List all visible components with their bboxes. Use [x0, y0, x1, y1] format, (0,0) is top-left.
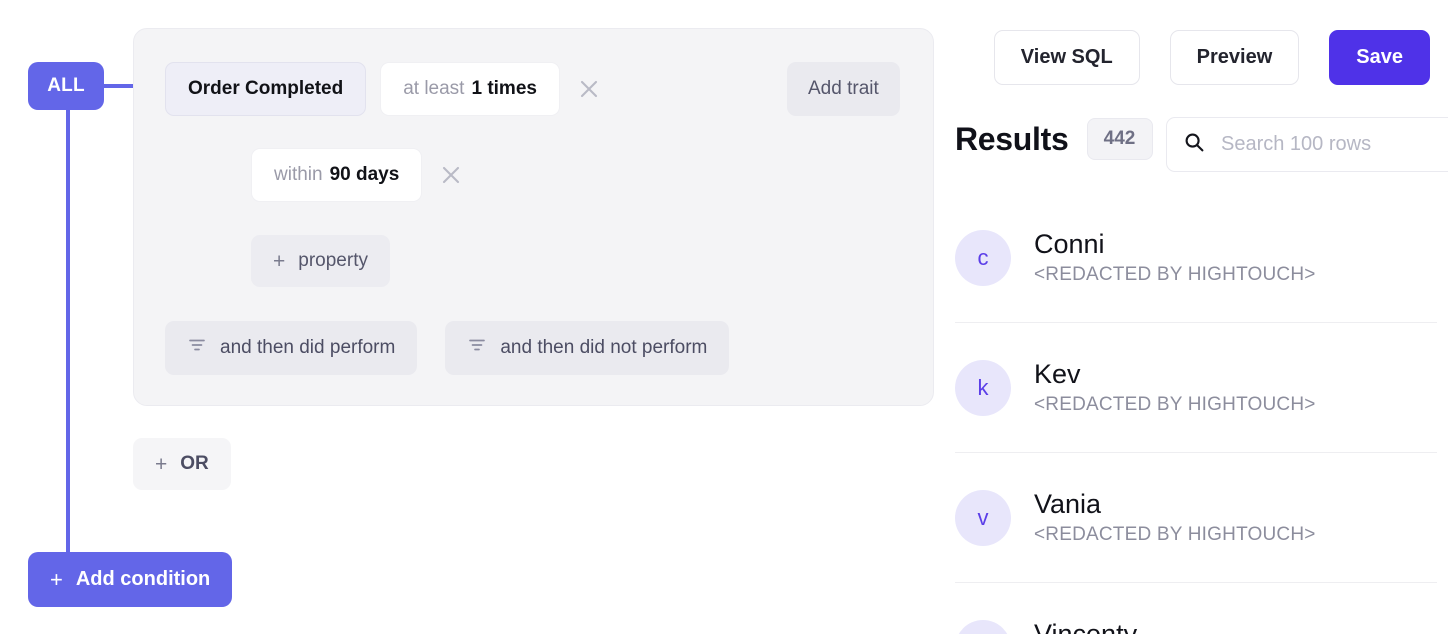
- list-item-subtitle: <REDACTED BY HIGHTOUCH>: [1034, 524, 1316, 546]
- timeframe-prefix: within: [274, 164, 323, 185]
- condition-row-sequence: and then did perform and then did not pe…: [165, 321, 730, 375]
- group-operator-badge[interactable]: ALL: [28, 62, 104, 110]
- event-pill-label: Order Completed: [188, 78, 344, 99]
- connector-line-horizontal: [104, 84, 136, 88]
- add-property-label: property: [298, 250, 368, 271]
- and-then-did-perform-button[interactable]: and then did perform: [165, 321, 418, 375]
- and-then-did-not-perform-button[interactable]: and then did not perform: [445, 321, 730, 375]
- list-item[interactable]: v Vania <REDACTED BY HIGHTOUCH>: [955, 453, 1437, 583]
- results-count-value: 442: [1103, 128, 1136, 149]
- frequency-pill[interactable]: at least 1 times: [380, 62, 560, 116]
- view-sql-label: View SQL: [1020, 46, 1113, 68]
- condition-row-property: + property: [251, 235, 390, 287]
- plus-icon: +: [50, 566, 63, 592]
- timeframe-pill[interactable]: within 90 days: [251, 148, 423, 202]
- add-property-button[interactable]: + property: [251, 235, 390, 287]
- segment-builder-screen: ALL Order Completed at least 1 times Add…: [0, 0, 1448, 634]
- condition-row-timeframe: within 90 days: [251, 148, 468, 202]
- list-item-texts: Kev <REDACTED BY HIGHTOUCH>: [1034, 359, 1316, 417]
- add-condition-button[interactable]: + Add condition: [28, 552, 233, 607]
- list-item-subtitle: <REDACTED BY HIGHTOUCH>: [1034, 264, 1316, 286]
- list-item-name: Conni: [1034, 228, 1105, 259]
- and-then-did-perform-label: and then did perform: [220, 337, 396, 358]
- plus-icon: +: [273, 249, 286, 273]
- avatar: v: [955, 619, 1011, 634]
- frequency-value: 1 times: [471, 78, 537, 99]
- avatar-initial: k: [977, 374, 989, 400]
- list-item-name: Kev: [1034, 358, 1081, 389]
- plus-icon: +: [155, 452, 168, 476]
- add-trait-button[interactable]: Add trait: [787, 62, 900, 116]
- save-label: Save: [1356, 46, 1403, 68]
- save-button[interactable]: Save: [1329, 30, 1430, 85]
- connector-line-vertical: [66, 108, 70, 556]
- condition-card: Order Completed at least 1 times Add tra…: [133, 28, 934, 406]
- group-operator-label: ALL: [47, 75, 85, 96]
- preview-button[interactable]: Preview: [1169, 30, 1300, 85]
- view-sql-button[interactable]: View SQL: [993, 30, 1140, 85]
- remove-frequency-icon[interactable]: [572, 72, 606, 106]
- list-item-texts: Vincenty <REDACTED BY HIGHTOUCH>: [1034, 619, 1316, 634]
- preview-label: Preview: [1196, 46, 1273, 68]
- remove-timeframe-icon[interactable]: [434, 158, 468, 192]
- add-trait-label: Add trait: [808, 78, 879, 99]
- add-condition-label: Add condition: [75, 568, 211, 590]
- filter-icon: [467, 335, 487, 361]
- list-item-name: Vincenty: [1034, 618, 1138, 634]
- search-box[interactable]: [1166, 117, 1448, 172]
- list-item-texts: Conni <REDACTED BY HIGHTOUCH>: [1034, 229, 1316, 287]
- list-item[interactable]: c Conni <REDACTED BY HIGHTOUCH>: [955, 193, 1437, 323]
- list-item[interactable]: k Kev <REDACTED BY HIGHTOUCH>: [955, 323, 1437, 453]
- or-label: OR: [180, 453, 209, 474]
- filter-icon: [187, 335, 207, 361]
- avatar: v: [955, 489, 1011, 546]
- avatar-initial: c: [977, 244, 989, 270]
- results-panel: View SQL Preview Save Results 442 Search…: [950, 0, 1448, 634]
- toolbar-actions: View SQL Preview Save: [993, 30, 1430, 85]
- avatar: c: [955, 229, 1011, 286]
- results-list: c Conni <REDACTED BY HIGHTOUCH> k Kev <R…: [955, 193, 1437, 634]
- condition-builder: ALL Order Completed at least 1 times Add…: [0, 0, 950, 634]
- event-pill[interactable]: Order Completed: [165, 62, 367, 116]
- results-header: Results 442: [955, 118, 1153, 160]
- list-item[interactable]: v Vincenty <REDACTED BY HIGHTOUCH>: [955, 583, 1437, 634]
- avatar: k: [955, 359, 1011, 416]
- results-title: Results: [955, 120, 1069, 157]
- results-count-badge: 442: [1086, 118, 1153, 160]
- timeframe-value: 90 days: [329, 164, 400, 185]
- and-then-did-not-perform-label: and then did not perform: [500, 337, 708, 358]
- list-item-name: Vania: [1034, 488, 1102, 519]
- add-or-condition-button[interactable]: + OR: [133, 438, 231, 490]
- search-input[interactable]: [1219, 132, 1448, 157]
- frequency-prefix: at least: [403, 78, 465, 99]
- list-item-texts: Vania <REDACTED BY HIGHTOUCH>: [1034, 489, 1316, 547]
- search-icon: [1183, 131, 1205, 158]
- condition-row-event: Order Completed at least 1 times: [165, 62, 606, 116]
- avatar-initial: v: [977, 504, 989, 530]
- list-item-subtitle: <REDACTED BY HIGHTOUCH>: [1034, 394, 1316, 416]
